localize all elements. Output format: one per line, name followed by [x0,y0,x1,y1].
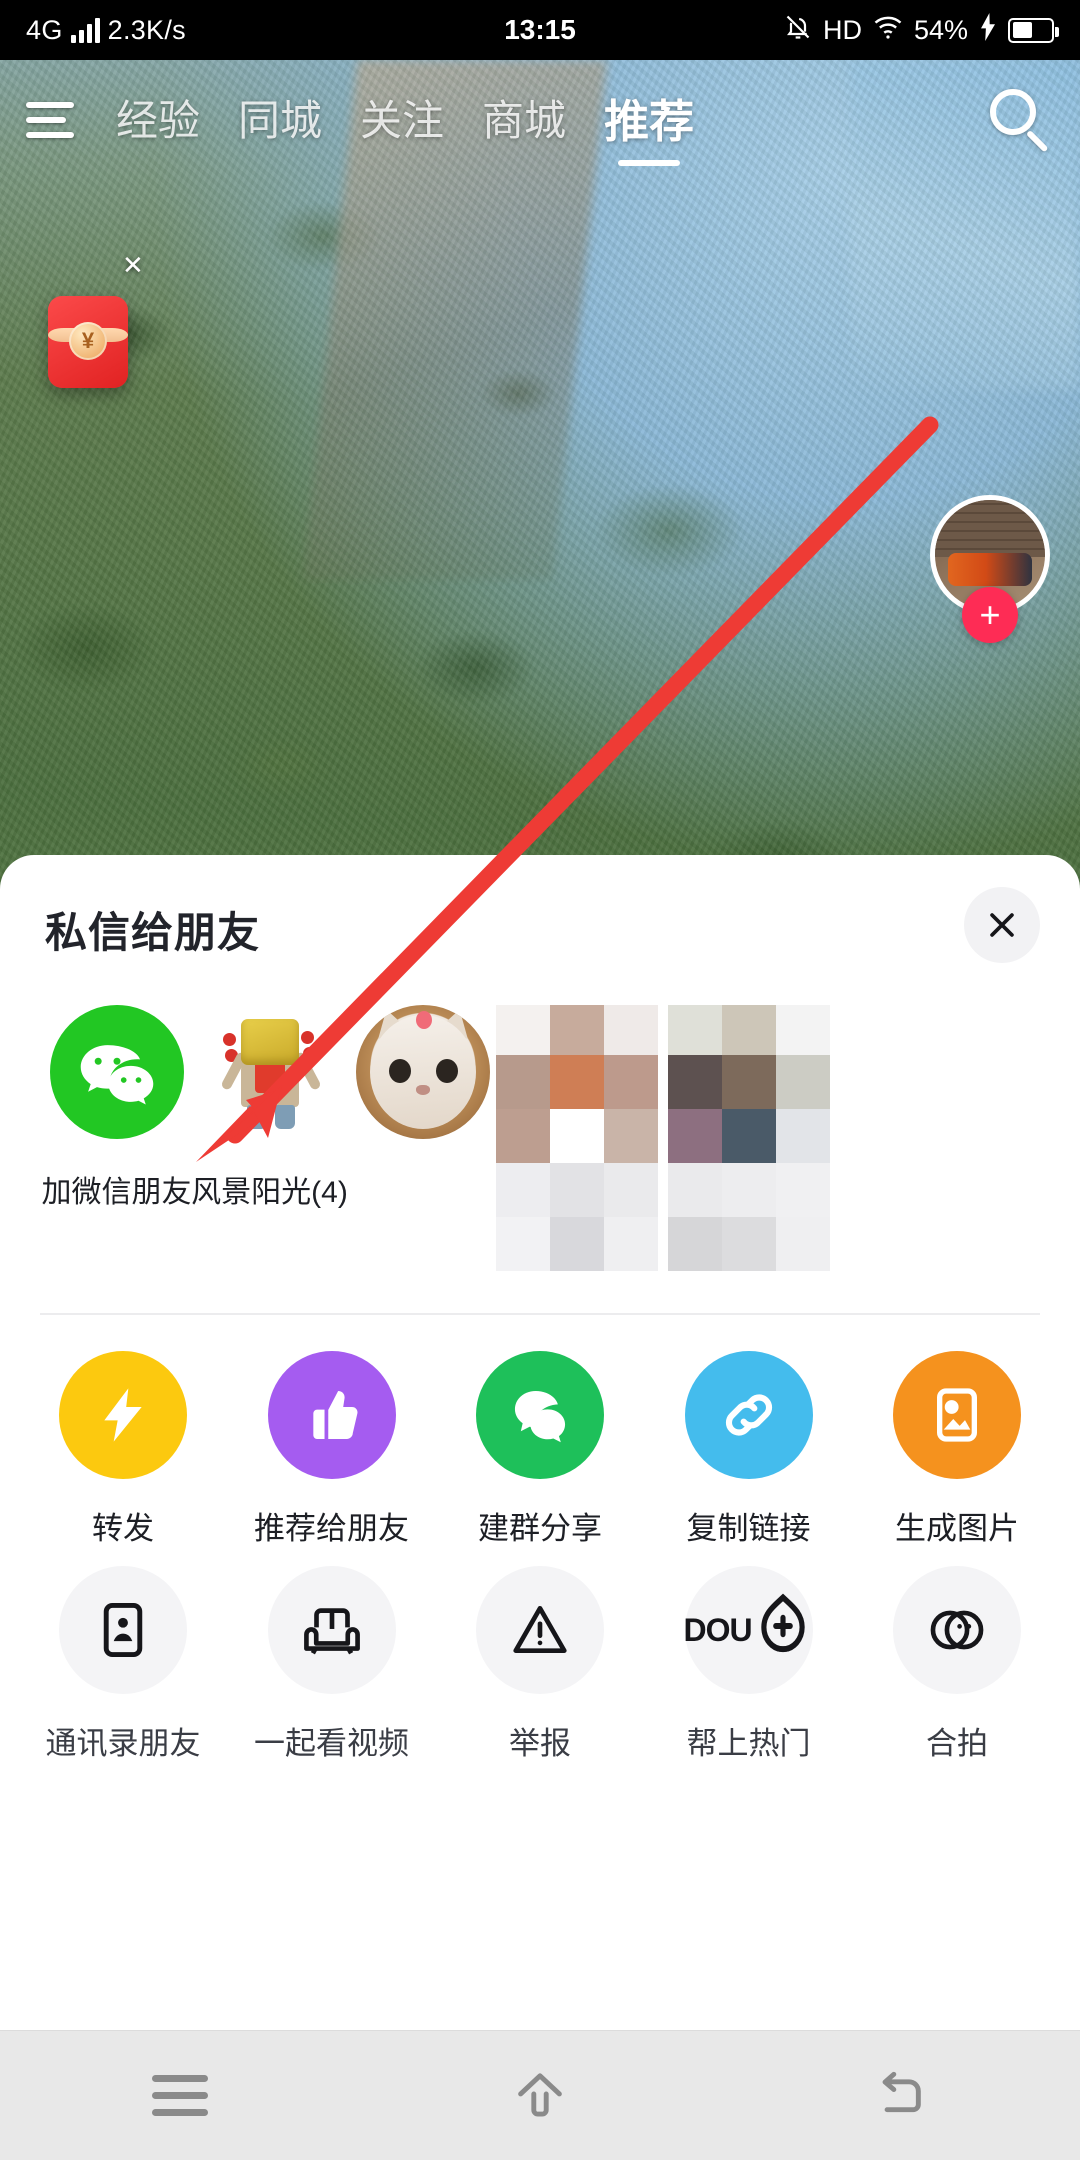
tab-tuijian[interactable]: 推荐 [604,85,694,156]
net-speed-label: 2.3K/s [107,14,186,45]
back-icon[interactable] [825,2051,975,2141]
red-packet-coin-icon: ¥ [69,322,107,360]
action-create-group-share[interactable]: 建群分享 [445,1351,635,1548]
action-label: 建群分享 [478,1511,602,1546]
status-bar-left: 4G 2.3K/s [26,15,186,46]
warning-triangle-icon [476,1566,604,1694]
action-label: 举报 [509,1726,571,1761]
action-recommend-to-friend[interactable]: 推荐给朋友 [237,1351,427,1548]
action-forward[interactable]: 转发 [28,1351,218,1548]
action-generate-image[interactable]: 生成图片 [862,1351,1052,1548]
action-watch-together[interactable]: 一起看视频 [237,1566,427,1763]
feed-tabs: 经验 同城 关注 商城 推荐 [116,85,694,156]
hd-icon: HD [822,14,862,45]
signal-bars-icon [70,17,100,43]
action-label: 转发 [92,1511,154,1546]
follow-button[interactable]: + [962,587,1018,643]
tab-jingyan[interactable]: 经验 [116,87,200,154]
phone-screen: 4G 2.3K/s 13:15 HD 54% 经验 同城 关注 商城 推荐 ✕ … [0,0,1080,2160]
action-label: 复制链接 [686,1511,811,1546]
friend-cat[interactable] [346,1005,499,1139]
mute-bell-icon [784,12,812,49]
tab-tongcheng[interactable]: 同城 [238,87,322,154]
friend-group[interactable]: 风景阳光(4) [191,1005,348,1211]
dou-plus-icon: DOU [683,1566,813,1694]
share-actions-row-2: 通讯录朋友 一起看视频 举报 DOU 帮上热门 合拍 [28,1566,1052,1763]
share-sheet-header: 私信给朋友 [0,855,1080,1005]
friend-label: 风景阳光(4) [191,1176,348,1209]
red-packet-widget[interactable]: ¥ [48,296,128,388]
duet-circles-icon [893,1566,1021,1694]
sofa-icon [267,1566,396,1694]
action-report[interactable]: 举报 [445,1566,635,1763]
image-icon [893,1351,1021,1479]
recents-icon[interactable] [105,2051,255,2141]
action-dou-plus-promote[interactable]: DOU 帮上热门 [654,1566,844,1763]
thumbs-up-icon [267,1351,396,1479]
battery-icon [1008,17,1059,43]
blurred-avatar[interactable] [668,1005,830,1271]
contact-card-icon [59,1566,187,1694]
action-label: 推荐给朋友 [254,1511,409,1546]
status-bar: 4G 2.3K/s 13:15 HD 54% [0,0,1080,60]
action-duet[interactable]: 合拍 [862,1566,1052,1763]
top-navigation: 经验 同城 关注 商城 推荐 [0,60,1080,180]
friend-wechat[interactable]: 加微信朋友 [40,1005,193,1211]
share-sheet: 私信给朋友 加微信朋友 风景阳光(4) 转发 推荐给朋友 建群分享 复制链接 生… [0,855,1080,2030]
wifi-icon [873,14,903,47]
action-contacts-friend[interactable]: 通讯录朋友 [28,1566,218,1763]
share-actions-row-1: 转发 推荐给朋友 建群分享 复制链接 生成图片 [28,1351,1052,1548]
lightning-bolt-icon [59,1351,187,1479]
chat-bubbles-icon [476,1351,604,1479]
group-mascot-avatar [203,1005,337,1139]
cat-avatar [355,1005,490,1139]
link-icon [684,1351,813,1479]
share-actions: 转发 推荐给朋友 建群分享 复制链接 生成图片 通讯录朋友 一起看视频 举报 D… [0,1315,1080,1763]
blurred-avatar[interactable] [496,1005,658,1271]
friend-label: 加微信朋友 [41,1176,192,1209]
network-type-label: 4G [26,14,63,45]
action-label: 合拍 [926,1726,988,1761]
android-navigation-bar [0,2030,1080,2160]
hamburger-menu-icon[interactable] [26,97,82,143]
dou-text: DOU [683,1611,752,1648]
action-label: 通讯录朋友 [45,1726,201,1761]
tab-guanzhu[interactable]: 关注 [360,87,444,154]
status-bar-right: HD 54% [784,12,1059,49]
friends-list[interactable]: 加微信朋友 风景阳光(4) [0,1005,1080,1305]
search-icon[interactable] [984,85,1054,155]
avatar-wall [935,500,1045,558]
close-icon[interactable] [964,887,1040,963]
wechat-icon [49,1005,184,1139]
action-label: 生成图片 [895,1511,1019,1546]
avatar-motorcycle [948,552,1032,586]
action-label: 一起看视频 [254,1726,409,1761]
action-copy-link[interactable]: 复制链接 [654,1351,844,1548]
author-avatar[interactable]: + [930,495,1050,643]
action-label: 帮上热门 [686,1726,811,1761]
share-sheet-title: 私信给朋友 [45,909,261,956]
charging-bolt-icon [979,12,997,48]
battery-percent-label: 54% [913,14,968,45]
red-packet-close-icon[interactable]: ✕ [122,250,144,281]
tab-shangcheng[interactable]: 商城 [482,87,566,154]
home-icon[interactable] [465,2051,615,2141]
